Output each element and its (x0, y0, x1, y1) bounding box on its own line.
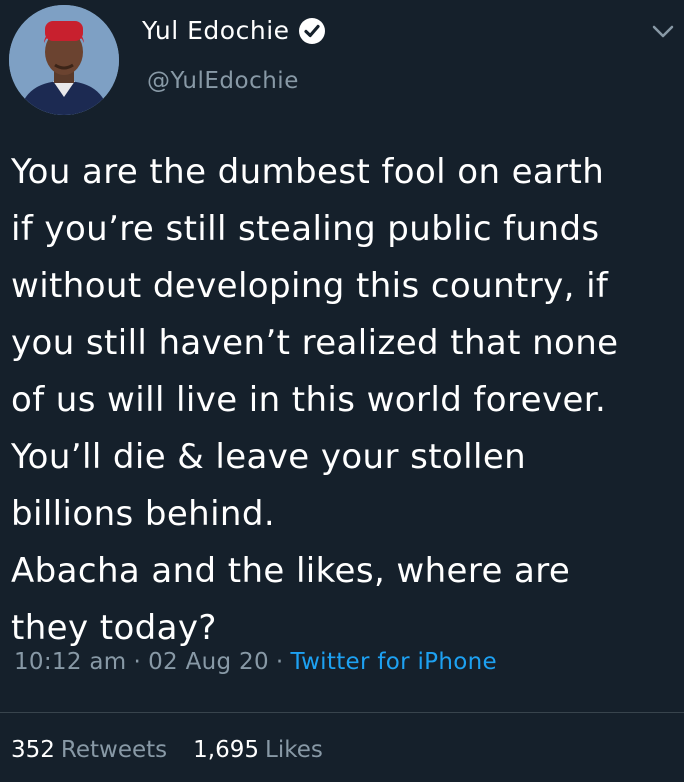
verified-badge-icon (298, 17, 326, 45)
profile-photo-icon (9, 5, 119, 115)
meta-separator: · (133, 649, 142, 675)
meta-separator: · (275, 649, 284, 675)
tweet: Yul Edochie @YulEdochie You are the dumb… (0, 0, 684, 782)
tweet-time[interactable]: 10:12 am (14, 649, 127, 675)
author-row: Yul Edochie (142, 16, 326, 45)
tweet-date[interactable]: 02 Aug 20 (148, 649, 269, 675)
likes-stat[interactable]: 1,695 Likes (193, 737, 323, 763)
retweets-label: Retweets (60, 737, 168, 763)
likes-count: 1,695 (193, 737, 259, 763)
author-handle[interactable]: @YulEdochie (147, 68, 299, 94)
chevron-down-icon[interactable] (652, 24, 674, 38)
divider (0, 712, 684, 713)
tweet-meta: 10:12 am · 02 Aug 20 · Twitter for iPhon… (14, 649, 497, 675)
tweet-source-link[interactable]: Twitter for iPhone (291, 649, 497, 675)
retweets-stat[interactable]: 352 Retweets (11, 737, 167, 763)
tweet-text: You are the dumbest fool on earth if you… (11, 152, 619, 648)
avatar[interactable] (9, 5, 119, 115)
retweets-count: 352 (11, 737, 55, 763)
author-name[interactable]: Yul Edochie (142, 16, 290, 45)
tweet-stats: 352 Retweets 1,695 Likes (11, 737, 323, 763)
likes-label: Likes (265, 737, 323, 763)
